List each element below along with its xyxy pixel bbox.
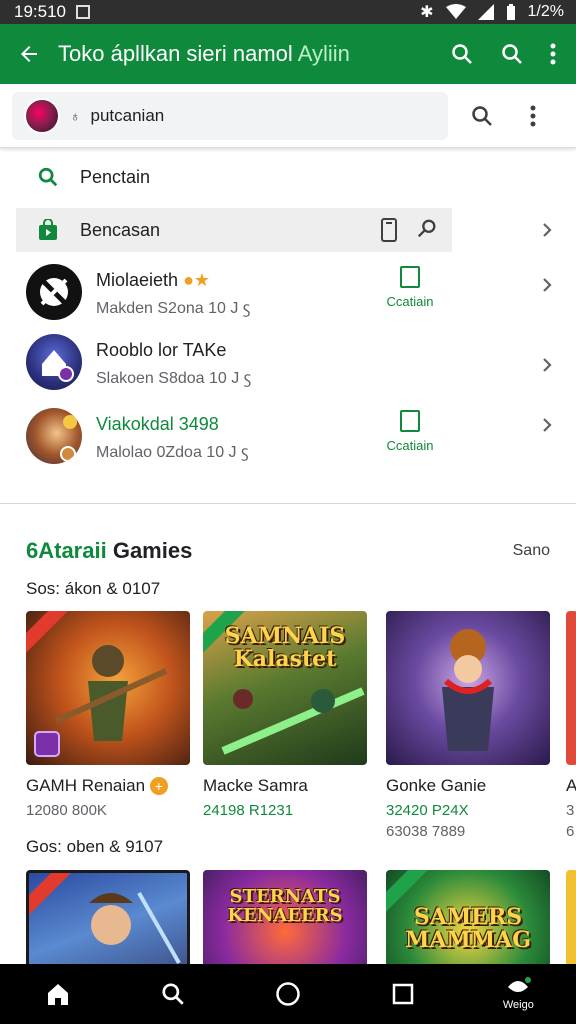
status-time: 19:510 bbox=[14, 2, 66, 21]
suggestion-label: Bencasan bbox=[80, 219, 161, 240]
game-art-title: SAMERS MAMMAG bbox=[405, 904, 531, 954]
chevron-right-icon[interactable] bbox=[540, 278, 554, 292]
battery-level: 1/2% bbox=[527, 3, 564, 20]
game-title: Macke Samra bbox=[203, 776, 308, 795]
bluetooth-icon: ✱ bbox=[420, 4, 434, 21]
search-input[interactable]: putcanian bbox=[91, 106, 165, 126]
divider bbox=[0, 503, 576, 504]
install-label: Ccatiain bbox=[386, 438, 434, 453]
badge-icon: ●★ bbox=[183, 270, 211, 290]
game-art bbox=[442, 629, 494, 751]
app-icon bbox=[26, 334, 82, 390]
nav-label: Weigo bbox=[502, 999, 534, 1011]
game-meta: 3 bbox=[566, 802, 575, 819]
section-title-rest: Gamies bbox=[106, 538, 193, 563]
search-icon-nav bbox=[162, 983, 184, 1005]
app-name: Miolaeieth ●★ bbox=[96, 270, 210, 291]
subsection-heading: Gos: oben & 9107 bbox=[26, 837, 164, 856]
app-name: Viakokdal 3498 bbox=[96, 414, 219, 434]
chevron-right-icon[interactable] bbox=[540, 418, 554, 432]
nav-home-circle-button[interactable] bbox=[258, 981, 318, 1007]
app-name-text: Miolaeieth bbox=[96, 270, 179, 290]
subsection-heading: Sos: ákon & 0107 bbox=[26, 579, 161, 598]
more-vert-icon[interactable] bbox=[550, 43, 556, 65]
app-icon bbox=[26, 408, 82, 464]
voice-search-icon: ♁ bbox=[70, 107, 81, 124]
search-icon-grey[interactable] bbox=[470, 104, 494, 128]
more-vert-icon-grey[interactable] bbox=[530, 105, 536, 127]
install-icon bbox=[400, 266, 420, 288]
suggestion-item[interactable]: Penctain bbox=[16, 155, 452, 199]
game-card[interactable] bbox=[26, 611, 190, 765]
game-badge-icon bbox=[34, 731, 60, 757]
see-more-link[interactable]: Sano bbox=[513, 542, 550, 560]
app-bar: Toko ápllkan sieri namol Ayliin bbox=[0, 24, 576, 84]
install-label: Ccatiain bbox=[386, 294, 434, 309]
navigation-bar: Weigo bbox=[0, 964, 576, 1024]
game-meta-secondary: 63038 7889 bbox=[386, 823, 466, 840]
game-meta: 32420 P24X bbox=[386, 802, 469, 819]
section-title-accent: 6Ataraii bbox=[26, 538, 107, 563]
game-title: A bbox=[566, 776, 576, 795]
app-icon bbox=[26, 264, 82, 320]
game-card[interactable] bbox=[386, 611, 550, 765]
search-field[interactable]: ♁ putcanian bbox=[12, 91, 448, 140]
game-title: Gonke Ganie bbox=[386, 776, 487, 795]
game-title-text: GAMH Renaian bbox=[26, 776, 146, 795]
battery-icon bbox=[506, 4, 515, 20]
nav-home-button[interactable] bbox=[28, 981, 88, 1007]
game-title: GAMH Renaian + bbox=[26, 776, 168, 796]
app-name: Rooblo lor TAKe bbox=[96, 340, 227, 360]
game-meta: 12080 800K bbox=[26, 802, 107, 819]
search-icon[interactable] bbox=[450, 42, 474, 66]
app-subtitle: Slakoen S8doa 10 J ꚃ bbox=[96, 370, 252, 387]
avatar[interactable] bbox=[24, 97, 60, 134]
nav-search-button[interactable] bbox=[143, 981, 203, 1007]
shopping-bag-icon bbox=[39, 219, 57, 240]
install-button[interactable]: Ccatiain bbox=[380, 410, 440, 453]
home-icon bbox=[47, 984, 68, 1005]
add-icon: + bbox=[149, 777, 168, 795]
install-button[interactable]: Ccatiain bbox=[380, 266, 440, 309]
phone-icon[interactable] bbox=[380, 218, 398, 242]
game-meta-secondary: 6 bbox=[566, 823, 575, 840]
search-row: ♁ putcanian bbox=[0, 84, 576, 148]
back-button[interactable] bbox=[0, 42, 58, 66]
search-icon-green bbox=[38, 167, 58, 187]
list-item[interactable]: Rooblo lor TAKe Slakoen S8doa 10 J ꚃ bbox=[0, 330, 576, 396]
section-title: 6Ataraii Gamies bbox=[26, 538, 192, 564]
list-item[interactable]: Miolaeieth ●★ Makden S2ona 10 J ꚃ Ccatia… bbox=[0, 260, 576, 326]
game-art-title: STERNATS KENAEERS bbox=[227, 886, 343, 926]
nav-recents-button[interactable] bbox=[373, 982, 433, 1006]
app-subtitle: Makden S2ona 10 J ꚃ bbox=[96, 300, 251, 317]
nav-profile-button[interactable]: Weigo bbox=[488, 977, 548, 1011]
profile-icon bbox=[508, 977, 532, 992]
app-bar-title-accent: Ayliin bbox=[297, 41, 350, 66]
status-bar: 19:510 ✱ 1/2% bbox=[0, 0, 576, 24]
chevron-right-icon[interactable] bbox=[540, 358, 554, 372]
app-subtitle: Malolao 0Zdoa 10 J ꚃ bbox=[96, 444, 249, 461]
signal-icon bbox=[477, 4, 494, 20]
game-art bbox=[221, 687, 365, 755]
app-bar-title-main: Toko ápllkan sieri namol bbox=[58, 41, 298, 66]
circle-icon bbox=[276, 982, 300, 1006]
game-card-partial[interactable] bbox=[566, 611, 576, 765]
square-icon bbox=[392, 983, 414, 1005]
game-meta: 24198 R1231 bbox=[203, 802, 294, 819]
wifi-icon bbox=[445, 4, 466, 19]
install-icon bbox=[400, 410, 420, 432]
list-item[interactable]: Viakokdal 3498 Malolao 0Zdoa 10 J ꚃ Ccat… bbox=[0, 404, 576, 470]
chevron-right-icon[interactable] bbox=[540, 223, 554, 237]
suggestion-item-highlighted[interactable]: Bencasan bbox=[16, 208, 452, 252]
arrow-back-icon bbox=[21, 46, 37, 62]
search-icon-outline[interactable] bbox=[416, 218, 438, 240]
notification-icon bbox=[76, 5, 90, 19]
search-icon-secondary[interactable] bbox=[500, 42, 524, 66]
game-card[interactable]: SAMNAIS Kalastet bbox=[203, 611, 367, 765]
app-bar-title: Toko ápllkan sieri namol Ayliin bbox=[58, 41, 450, 67]
suggestion-label: Penctain bbox=[80, 166, 151, 187]
